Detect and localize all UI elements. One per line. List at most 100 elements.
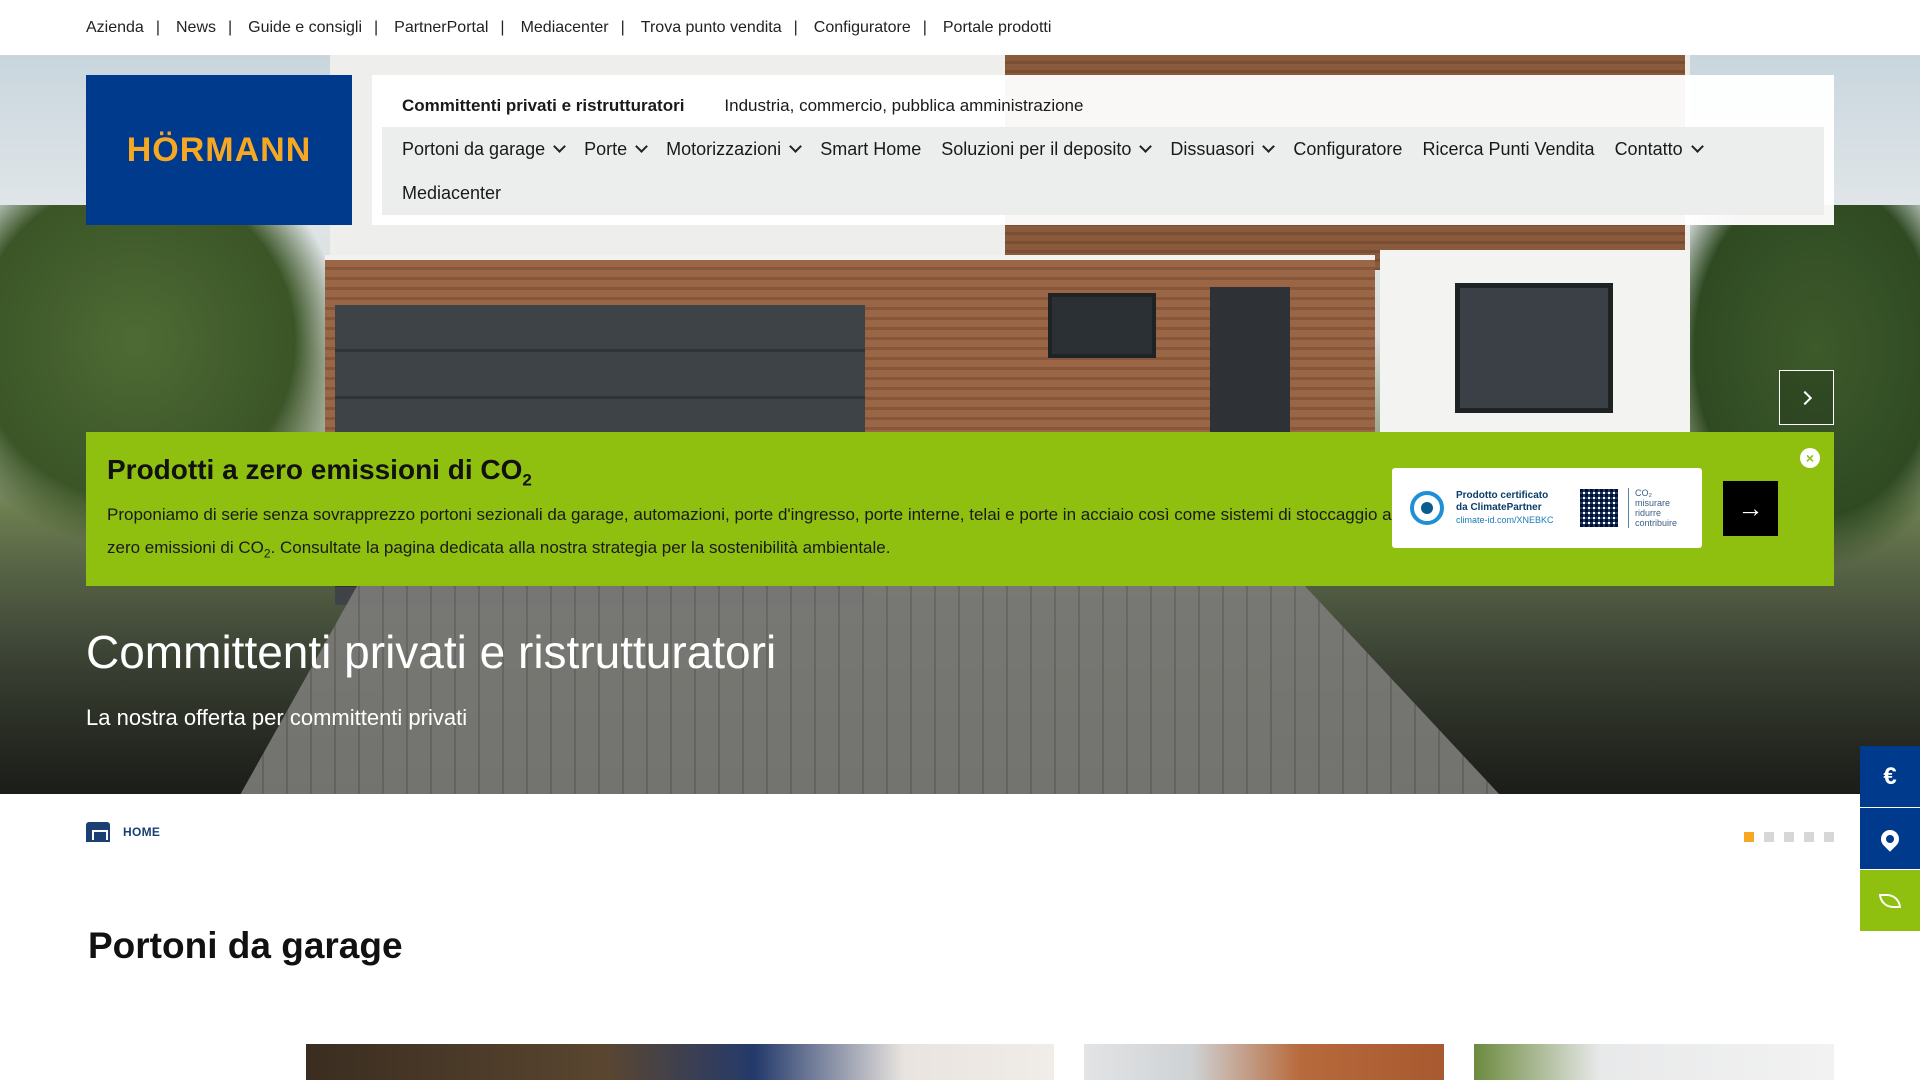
topbar-link-mediacenter[interactable]: Mediacenter bbox=[521, 19, 609, 37]
topbar-separator: | bbox=[228, 18, 233, 36]
topbar-link-news[interactable]: News bbox=[176, 19, 216, 37]
co2-title-subscript: 2 bbox=[522, 470, 532, 490]
co2-text-part2: . Consultate la pagina dedicata alla nos… bbox=[270, 538, 891, 557]
chevron-down-icon bbox=[1139, 139, 1153, 153]
topbar-link-azienda[interactable]: Azienda bbox=[86, 19, 144, 37]
nav-item-label: Ricerca Punti Vendita bbox=[1422, 138, 1595, 159]
leaf-icon bbox=[1879, 893, 1901, 908]
nav-item-label: Mediacenter bbox=[402, 182, 502, 203]
hero-image-window bbox=[1455, 283, 1613, 413]
slider-dot[interactable] bbox=[1744, 832, 1754, 842]
dealer-locator-button[interactable] bbox=[1860, 808, 1920, 869]
topbar-link-partnerportal[interactable]: PartnerPortal bbox=[394, 19, 488, 37]
hero-image-window bbox=[1048, 293, 1156, 358]
co2-banner: Prodotti a zero emissioni di CO2 Proponi… bbox=[86, 432, 1834, 586]
nav-item-mediacenter[interactable]: Mediacenter bbox=[402, 171, 501, 215]
certificate-side-line: contribuire bbox=[1635, 518, 1678, 528]
price-button[interactable]: € bbox=[1860, 746, 1920, 807]
topbar-separator: | bbox=[374, 18, 379, 36]
euro-icon: € bbox=[1883, 762, 1897, 790]
climatepartner-certificate[interactable]: Prodotto certificato da ClimatePartner c… bbox=[1392, 468, 1702, 548]
topbar-separator: | bbox=[155, 18, 160, 36]
nav-item-label: Portoni da garage bbox=[402, 138, 546, 159]
hero-subtitle[interactable]: La nostra offerta per committenti privat… bbox=[86, 705, 467, 731]
certificate-line: Prodotto certificato bbox=[1456, 490, 1549, 501]
nav-item-soluzioni-deposito[interactable]: Soluzioni per il deposito bbox=[941, 127, 1153, 171]
certificate-side-line: CO₂ bbox=[1635, 488, 1652, 498]
hero-title: Committenti privati e ristrutturatori bbox=[86, 626, 777, 678]
nav-item-label: Motorizzazioni bbox=[666, 138, 782, 159]
certificate-line: da ClimatePartner bbox=[1456, 502, 1542, 513]
topbar-link-configuratore[interactable]: Configuratore bbox=[814, 19, 911, 37]
breadcrumb: HOME bbox=[86, 822, 160, 842]
topbar-link-trova-punto-vendita[interactable]: Trova punto vendita bbox=[641, 19, 782, 37]
side-action-bar: € bbox=[1860, 746, 1920, 932]
co2-close-button[interactable]: × bbox=[1800, 448, 1820, 468]
nav-menu: Portoni da garage Porte Motorizzazioni S… bbox=[382, 127, 1824, 215]
section-title: Portoni da garage bbox=[88, 925, 403, 967]
chevron-down-icon bbox=[789, 139, 803, 153]
topbar-separator: | bbox=[922, 18, 927, 36]
nav-item-configuratore[interactable]: Configuratore bbox=[1293, 127, 1402, 171]
nav-item-label: Porte bbox=[584, 138, 628, 159]
certificate-text: Prodotto certificato da ClimatePartner c… bbox=[1456, 490, 1574, 526]
chevron-right-icon bbox=[1797, 390, 1812, 405]
product-teaser-image[interactable] bbox=[1084, 1044, 1444, 1080]
slider-dot[interactable] bbox=[1784, 832, 1794, 842]
nav-item-label: Configuratore bbox=[1293, 138, 1403, 159]
co2-more-button[interactable]: → bbox=[1723, 481, 1778, 536]
nav-item-label: Dissuasori bbox=[1170, 138, 1255, 159]
certificate-side-line: ridurre bbox=[1635, 508, 1662, 518]
topbar-link-portale-prodotti[interactable]: Portale prodotti bbox=[943, 19, 1052, 37]
slider-next-button[interactable] bbox=[1779, 370, 1834, 425]
topbar-link-guide[interactable]: Guide e consigli bbox=[248, 19, 362, 37]
nav-item-contatto[interactable]: Contatto bbox=[1614, 127, 1704, 171]
co2-title-text: Prodotti a zero emissioni di CO bbox=[107, 454, 523, 485]
topbar-separator: | bbox=[500, 18, 505, 36]
topbar-separator: | bbox=[620, 18, 625, 36]
nav-item-label: Contatto bbox=[1614, 138, 1683, 159]
brand-logo-text: HÖRMANN bbox=[126, 130, 312, 169]
main-navigation: Committenti privati e ristrutturatori In… bbox=[372, 75, 1834, 225]
nav-item-dissuasori[interactable]: Dissuasori bbox=[1170, 127, 1276, 171]
nav-row: Portoni da garage Porte Motorizzazioni S… bbox=[382, 127, 1824, 215]
certificate-side-line: misurare bbox=[1635, 498, 1671, 508]
chevron-down-icon bbox=[1690, 139, 1704, 153]
brand-logo[interactable]: HÖRMANN bbox=[86, 75, 352, 225]
nav-item-ricerca-punti-vendita[interactable]: Ricerca Punti Vendita bbox=[1422, 127, 1594, 171]
close-icon: × bbox=[1805, 450, 1815, 466]
arrow-right-icon: → bbox=[1737, 493, 1764, 523]
section-title-light: Portoni bbox=[88, 925, 228, 966]
tab-industria-commercio[interactable]: Industria, commercio, pubblica amministr… bbox=[704, 85, 1103, 127]
slider-dot[interactable] bbox=[1824, 832, 1834, 842]
product-teaser-image[interactable] bbox=[306, 1044, 1054, 1080]
top-utility-bar: Azienda | News | Guide e consigli | Partner… bbox=[0, 0, 1920, 55]
slider-dot[interactable] bbox=[1804, 832, 1814, 842]
nav-item-porte[interactable]: Porte bbox=[584, 127, 649, 171]
sustainability-button[interactable] bbox=[1860, 870, 1920, 931]
co2-text-subscript: 2 bbox=[263, 546, 271, 561]
section-title-bold: da garage bbox=[227, 925, 403, 966]
location-pin-icon bbox=[1877, 825, 1903, 852]
climatepartner-logo-icon bbox=[1410, 491, 1444, 525]
co2-banner-text: Proponiamo di serie senza sovrapprezzo p… bbox=[107, 498, 1407, 570]
chevron-down-icon bbox=[1262, 139, 1276, 153]
product-teaser-image[interactable] bbox=[1474, 1044, 1834, 1080]
chevron-down-icon bbox=[553, 139, 566, 153]
slider-pagination bbox=[1744, 832, 1844, 842]
breadcrumb-home[interactable]: HOME bbox=[123, 825, 160, 839]
certificate-side-text: CO₂ misurare ridurre contribuire bbox=[1628, 488, 1677, 528]
audience-tabs: Committenti privati e ristrutturatori In… bbox=[382, 85, 1103, 127]
nav-item-motorizzazioni[interactable]: Motorizzazioni bbox=[666, 127, 803, 171]
qr-code-icon bbox=[1580, 489, 1618, 527]
chevron-down-icon bbox=[635, 139, 649, 153]
co2-banner-title: Prodotti a zero emissioni di CO2 bbox=[107, 454, 532, 491]
garage-home-icon[interactable] bbox=[86, 822, 110, 842]
certificate-id: climate-id.com/XNEBKC bbox=[1456, 515, 1554, 525]
slider-dot[interactable] bbox=[1764, 832, 1774, 842]
nav-item-label: Soluzioni per il deposito bbox=[941, 138, 1132, 159]
tab-committenti-privati[interactable]: Committenti privati e ristrutturatori bbox=[382, 85, 705, 127]
nav-item-smart-home[interactable]: Smart Home bbox=[820, 127, 921, 171]
nav-item-portoni-da-garage[interactable]: Portoni da garage bbox=[402, 127, 566, 171]
nav-item-label: Smart Home bbox=[820, 138, 922, 159]
